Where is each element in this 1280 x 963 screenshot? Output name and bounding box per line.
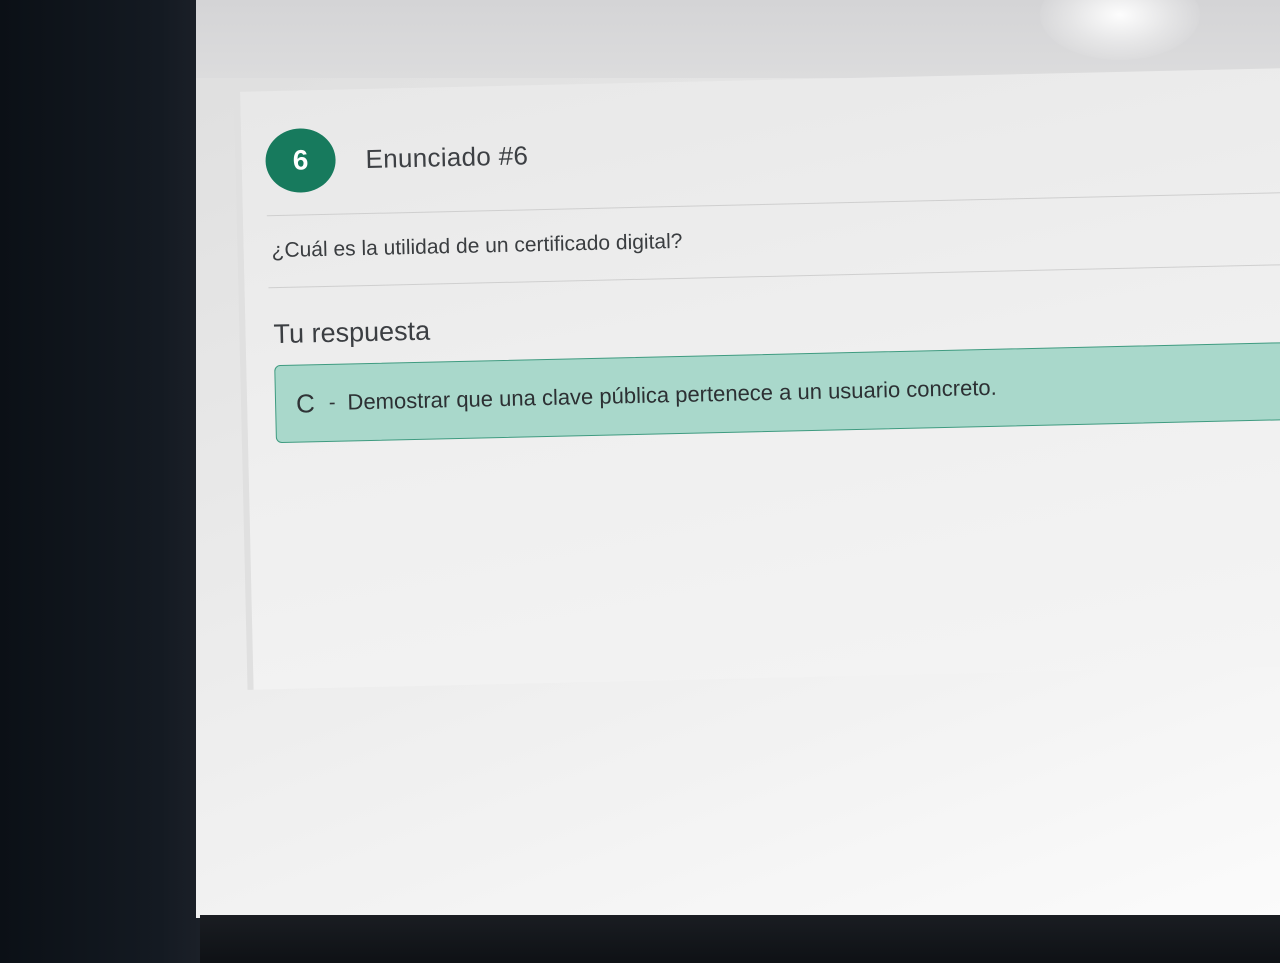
header-divider bbox=[266, 191, 1280, 217]
screen: 6 Enunciado #6 ¿Cuál es la utilidad de u… bbox=[196, 0, 1280, 918]
answer-separator: - bbox=[328, 391, 336, 414]
question-text: ¿Cuál es la utilidad de un certificado d… bbox=[271, 229, 683, 263]
question-card: 6 Enunciado #6 ¿Cuál es la utilidad de u… bbox=[234, 67, 1280, 690]
answer-letter: C bbox=[295, 387, 316, 419]
question-number-badge: 6 bbox=[264, 127, 337, 194]
question-title: Enunciado #6 bbox=[365, 139, 529, 174]
question-divider bbox=[268, 263, 1280, 289]
answer-label: Tu respuesta bbox=[273, 315, 431, 350]
monitor-bezel-bottom bbox=[200, 915, 1280, 963]
question-header: 6 Enunciado #6 bbox=[264, 123, 529, 194]
answer-text: Demostrar que una clave pública pertenec… bbox=[347, 374, 998, 415]
monitor-bezel-left bbox=[0, 0, 200, 963]
selected-answer[interactable]: C - Demostrar que una clave pública pert… bbox=[274, 341, 1280, 444]
